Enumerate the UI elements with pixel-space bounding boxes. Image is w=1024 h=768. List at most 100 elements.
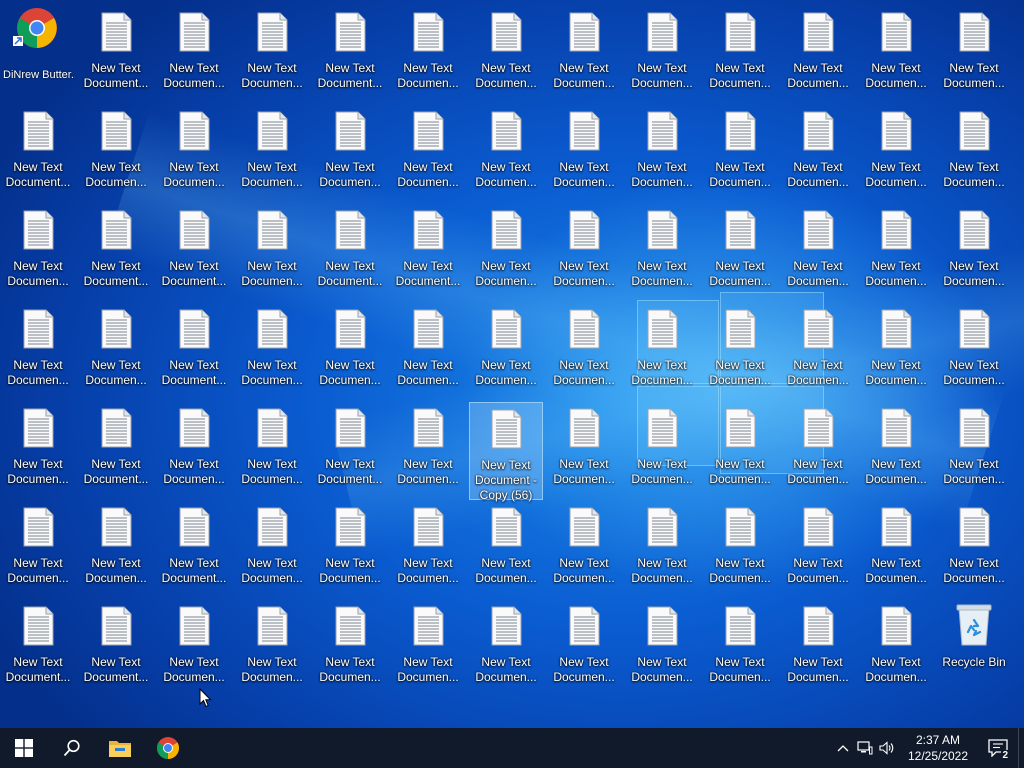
text-document-file[interactable]: New Text Documen...	[703, 105, 777, 201]
volume-button[interactable]	[876, 728, 898, 768]
text-document-file[interactable]: New Text Documen...	[625, 6, 699, 102]
text-document-file[interactable]: New Text Documen...	[313, 600, 387, 696]
text-document-file[interactable]: New Text Documen...	[469, 6, 543, 102]
text-document-file[interactable]: New Text Documen...	[469, 600, 543, 696]
text-document-file[interactable]: New Text Documen...	[391, 303, 465, 399]
text-document-file[interactable]: New Text Documen...	[859, 204, 933, 300]
start-button[interactable]	[0, 728, 48, 768]
text-document-file[interactable]: New Text Documen...	[703, 6, 777, 102]
text-document-file[interactable]: New Text Documen...	[547, 204, 621, 300]
network-button[interactable]	[854, 728, 876, 768]
text-document-file[interactable]: New Text Document...	[157, 204, 231, 300]
text-document-file[interactable]: New Text Documen...	[781, 204, 855, 300]
text-document-file[interactable]: New Text Documen...	[79, 303, 153, 399]
text-document-file[interactable]: New Text Documen...	[937, 303, 1011, 399]
text-document-file[interactable]: New Text Document...	[1, 105, 75, 201]
text-document-file[interactable]: New Text Document...	[157, 501, 231, 597]
text-document-file[interactable]: New Text Documen...	[547, 600, 621, 696]
text-document-file[interactable]: New Text Documen...	[157, 600, 231, 696]
text-document-file[interactable]: New Text Documen...	[859, 600, 933, 696]
text-document-file[interactable]: New Text Documen...	[859, 105, 933, 201]
text-document-file[interactable]: New Text Documen...	[79, 105, 153, 201]
text-document-file[interactable]: New Text Documen...	[313, 105, 387, 201]
text-document-file[interactable]: New Text Documen...	[235, 303, 309, 399]
text-document-file[interactable]: New Text Documen...	[1, 303, 75, 399]
text-document-file[interactable]: New Text Documen...	[79, 501, 153, 597]
text-document-file[interactable]: New Text Document...	[79, 6, 153, 102]
text-document-file[interactable]: New Text Document...	[1, 600, 75, 696]
text-document-file[interactable]: New Text Documen...	[235, 204, 309, 300]
text-document-file[interactable]: New Text Documen...	[625, 402, 699, 498]
text-document-file[interactable]: New Text Documen...	[547, 501, 621, 597]
text-document-file[interactable]: New Text Documen...	[625, 600, 699, 696]
text-document-file[interactable]: New Text Document...	[313, 204, 387, 300]
text-document-file[interactable]: New Text Documen...	[547, 6, 621, 102]
text-document-file[interactable]: New Text Documen...	[235, 402, 309, 498]
text-document-file[interactable]: New Text Documen...	[547, 402, 621, 498]
text-document-file[interactable]: New Text Document...	[79, 402, 153, 498]
text-document-file[interactable]: New Text Document...	[391, 204, 465, 300]
text-document-file[interactable]: New Text Documen...	[781, 303, 855, 399]
text-document-file[interactable]: New Text Documen...	[937, 204, 1011, 300]
text-document-file[interactable]: New Text Documen...	[781, 402, 855, 498]
text-document-file[interactable]: New Text Documen...	[157, 105, 231, 201]
text-document-file[interactable]: New Text Document...	[313, 6, 387, 102]
clock[interactable]: 2:37 AM 12/25/2022	[898, 732, 978, 764]
text-document-file[interactable]: New Text Documen...	[469, 303, 543, 399]
show-hidden-icons-button[interactable]	[832, 728, 854, 768]
text-document-file[interactable]: New Text Documen...	[703, 204, 777, 300]
text-document-file[interactable]: New Text Documen...	[781, 501, 855, 597]
text-document-file[interactable]: New Text Documen...	[1, 402, 75, 498]
text-document-file[interactable]: New Text Documen...	[781, 600, 855, 696]
file-explorer-button[interactable]	[96, 728, 144, 768]
text-document-file[interactable]: New Text Documen...	[703, 402, 777, 498]
recycle-bin[interactable]: Recycle Bin	[937, 600, 1011, 696]
text-document-file[interactable]: New Text Documen...	[313, 303, 387, 399]
text-document-file[interactable]: New Text Documen...	[469, 204, 543, 300]
text-document-file[interactable]: New Text Documen...	[547, 105, 621, 201]
text-document-file[interactable]: New Text Documen...	[235, 6, 309, 102]
text-document-file[interactable]: New Text Documen...	[157, 402, 231, 498]
text-document-file[interactable]: New Text Documen...	[859, 6, 933, 102]
text-document-file[interactable]: New Text Documen...	[781, 105, 855, 201]
text-document-file[interactable]: New Text Documen...	[859, 303, 933, 399]
text-document-file[interactable]: New Text Documen...	[469, 501, 543, 597]
text-document-file[interactable]: New Text Documen...	[235, 600, 309, 696]
text-document-file[interactable]: New Text Documen...	[625, 303, 699, 399]
text-document-file[interactable]: New Text Documen...	[937, 402, 1011, 498]
text-document-file[interactable]: New Text Documen...	[547, 303, 621, 399]
overlapping-shortcut-icons[interactable]: DiNrew Butter...	[1, 6, 75, 102]
text-document-file[interactable]: New Text Documen...	[391, 600, 465, 696]
text-document-file[interactable]: New Text Document...	[313, 402, 387, 498]
search-button[interactable]	[48, 728, 96, 768]
text-document-file[interactable]: New Text Documen...	[391, 501, 465, 597]
text-document-file[interactable]: New Text Documen...	[937, 105, 1011, 201]
text-document-file[interactable]: New Text Documen...	[703, 600, 777, 696]
text-document-file[interactable]: New Text Documen...	[625, 105, 699, 201]
text-document-file[interactable]: New Text Documen...	[391, 105, 465, 201]
text-document-file[interactable]: New Text Documen...	[781, 6, 855, 102]
text-document-file[interactable]: New Text Documen...	[937, 6, 1011, 102]
text-document-file[interactable]: New Text Documen...	[859, 402, 933, 498]
text-document-file[interactable]: New Text Documen...	[703, 501, 777, 597]
text-document-file[interactable]: New Text Documen...	[937, 501, 1011, 597]
action-center-button[interactable]: 2	[978, 728, 1018, 768]
text-document-file[interactable]: New Text Document...	[79, 204, 153, 300]
text-document-file[interactable]: New Text Documen...	[157, 6, 231, 102]
text-document-file[interactable]: New Text Document...	[157, 303, 231, 399]
chrome-button[interactable]	[144, 728, 192, 768]
text-document-file[interactable]: New Text Documen...	[391, 402, 465, 498]
text-document-file[interactable]: New Text Documen...	[859, 501, 933, 597]
text-document-file[interactable]: New Text Documen...	[625, 204, 699, 300]
text-document-file[interactable]: New Text Documen...	[703, 303, 777, 399]
text-document-file[interactable]: New Text Documen...	[469, 105, 543, 201]
text-document-file[interactable]: New Text Documen...	[1, 501, 75, 597]
text-document-file[interactable]: New Text Document - Copy (56)	[469, 402, 543, 502]
text-document-file[interactable]: New Text Documen...	[625, 501, 699, 597]
text-document-file[interactable]: New Text Documen...	[313, 501, 387, 597]
text-document-file[interactable]: New Text Documen...	[235, 501, 309, 597]
show-desktop-button[interactable]	[1018, 728, 1024, 768]
desktop[interactable]: DiNrew Butter... New Text Document... New T…	[0, 0, 1024, 728]
text-document-file[interactable]: New Text Documen...	[391, 6, 465, 102]
text-document-file[interactable]: New Text Document...	[79, 600, 153, 696]
